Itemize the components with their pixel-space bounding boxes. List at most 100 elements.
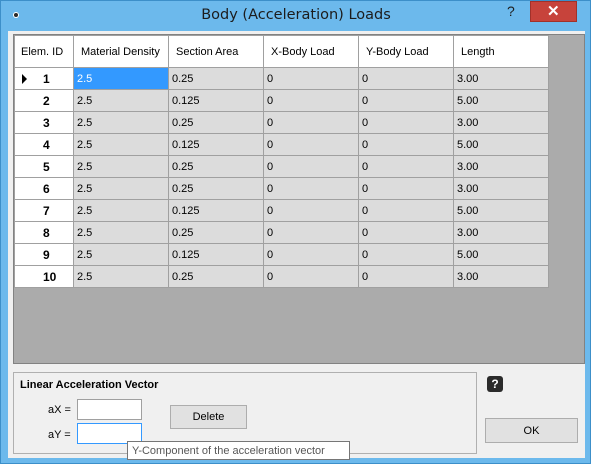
area-cell[interactable]: 0.25 <box>168 177 264 200</box>
density-cell[interactable]: 2.5 <box>73 155 169 178</box>
loads-grid[interactable]: Elem. ID Material Density Section Area X… <box>13 34 585 364</box>
y-load-cell[interactable]: 0 <box>358 155 454 178</box>
x-load-cell[interactable]: 0 <box>263 199 359 222</box>
density-cell[interactable]: 2.5 <box>73 89 169 112</box>
y-load-cell[interactable]: 0 <box>358 133 454 156</box>
table-row[interactable]: 10 2.5 0.25 0 0 3.00 <box>14 265 549 288</box>
current-row-arrow-icon <box>22 74 27 84</box>
density-cell[interactable]: 2.5 <box>73 221 169 244</box>
table-row[interactable]: 6 2.5 0.25 0 0 3.00 <box>14 177 549 200</box>
column-header-elem-id[interactable]: Elem. ID <box>14 35 74 68</box>
length-cell[interactable]: 5.00 <box>453 199 549 222</box>
elem-id: 7 <box>43 203 50 218</box>
elem-id: 9 <box>43 247 50 262</box>
ok-button[interactable]: OK <box>485 418 578 443</box>
row-header[interactable]: 1 <box>14 67 74 90</box>
close-icon: ✕ <box>547 3 560 20</box>
row-header[interactable]: 4 <box>14 133 74 156</box>
app-icon[interactable] <box>9 8 23 22</box>
density-cell[interactable]: 2.5 <box>73 111 169 134</box>
length-cell[interactable]: 5.00 <box>453 243 549 266</box>
x-load-cell[interactable]: 0 <box>263 89 359 112</box>
table-row[interactable]: 2 2.5 0.125 0 0 5.00 <box>14 89 549 112</box>
delete-button[interactable]: Delete <box>170 405 247 429</box>
density-cell[interactable]: 2.5 <box>73 199 169 222</box>
row-header[interactable]: 10 <box>14 265 74 288</box>
area-cell[interactable]: 0.25 <box>168 265 264 288</box>
column-header-x-body-load[interactable]: X-Body Load <box>263 35 359 68</box>
table-row[interactable]: 7 2.5 0.125 0 0 5.00 <box>14 199 549 222</box>
table-row[interactable]: 4 2.5 0.125 0 0 5.00 <box>14 133 549 156</box>
y-load-cell[interactable]: 0 <box>358 177 454 200</box>
y-load-cell[interactable]: 0 <box>358 111 454 134</box>
ay-label: aY = <box>48 429 71 441</box>
density-cell[interactable]: 2.5 <box>73 133 169 156</box>
area-cell[interactable]: 0.25 <box>168 67 264 90</box>
density-cell[interactable]: 2.5 <box>73 67 169 90</box>
area-cell[interactable]: 0.125 <box>168 133 264 156</box>
elem-id: 5 <box>43 159 50 174</box>
table-row[interactable]: 5 2.5 0.25 0 0 3.00 <box>14 155 549 178</box>
elem-id: 6 <box>43 181 50 196</box>
x-load-cell[interactable]: 0 <box>263 67 359 90</box>
row-header[interactable]: 6 <box>14 177 74 200</box>
y-load-cell[interactable]: 0 <box>358 265 454 288</box>
x-load-cell[interactable]: 0 <box>263 221 359 244</box>
y-load-cell[interactable]: 0 <box>358 199 454 222</box>
group-title: Linear Acceleration Vector <box>20 379 159 391</box>
row-header[interactable]: 2 <box>14 89 74 112</box>
column-header-length[interactable]: Length <box>453 35 549 68</box>
elem-id: 2 <box>43 93 50 108</box>
help-icon[interactable]: ? <box>487 376 503 392</box>
area-cell[interactable]: 0.125 <box>168 199 264 222</box>
row-header[interactable]: 7 <box>14 199 74 222</box>
length-cell[interactable]: 3.00 <box>453 265 549 288</box>
table-row[interactable]: 8 2.5 0.25 0 0 3.00 <box>14 221 549 244</box>
area-cell[interactable]: 0.125 <box>168 89 264 112</box>
column-header-section-area[interactable]: Section Area <box>168 35 264 68</box>
help-title-button[interactable]: ? <box>500 1 526 22</box>
ax-label: aX = <box>48 404 71 416</box>
x-load-cell[interactable]: 0 <box>263 155 359 178</box>
y-load-cell[interactable]: 0 <box>358 221 454 244</box>
length-cell[interactable]: 3.00 <box>453 221 549 244</box>
area-cell[interactable]: 0.25 <box>168 155 264 178</box>
density-cell[interactable]: 2.5 <box>73 265 169 288</box>
x-load-cell[interactable]: 0 <box>263 243 359 266</box>
area-cell[interactable]: 0.125 <box>168 243 264 266</box>
length-cell[interactable]: 3.00 <box>453 67 549 90</box>
ax-input[interactable] <box>77 399 142 420</box>
header-row: Elem. ID Material Density Section Area X… <box>14 35 549 68</box>
title-bar[interactable]: Body (Acceleration) Loads ? ✕ <box>1 1 590 31</box>
x-load-cell[interactable]: 0 <box>263 265 359 288</box>
x-load-cell[interactable]: 0 <box>263 177 359 200</box>
table-row[interactable]: 3 2.5 0.25 0 0 3.00 <box>14 111 549 134</box>
x-load-cell[interactable]: 0 <box>263 111 359 134</box>
density-cell[interactable]: 2.5 <box>73 243 169 266</box>
table-row[interactable]: 9 2.5 0.125 0 0 5.00 <box>14 243 549 266</box>
row-header[interactable]: 5 <box>14 155 74 178</box>
row-header[interactable]: 9 <box>14 243 74 266</box>
x-load-cell[interactable]: 0 <box>263 133 359 156</box>
length-cell[interactable]: 3.00 <box>453 177 549 200</box>
tooltip: Y-Component of the acceleration vector <box>127 441 350 460</box>
column-header-y-body-load[interactable]: Y-Body Load <box>358 35 454 68</box>
table-row[interactable]: 1 2.5 0.25 0 0 3.00 <box>14 67 549 90</box>
y-load-cell[interactable]: 0 <box>358 243 454 266</box>
area-cell[interactable]: 0.25 <box>168 221 264 244</box>
column-header-material-density[interactable]: Material Density <box>73 35 169 68</box>
y-load-cell[interactable]: 0 <box>358 89 454 112</box>
close-button[interactable]: ✕ <box>530 1 577 22</box>
length-cell[interactable]: 3.00 <box>453 155 549 178</box>
length-cell[interactable]: 5.00 <box>453 89 549 112</box>
dialog-client-area: Elem. ID Material Density Section Area X… <box>8 31 585 458</box>
elem-id: 8 <box>43 225 50 240</box>
length-cell[interactable]: 5.00 <box>453 133 549 156</box>
elem-id: 3 <box>43 115 50 130</box>
length-cell[interactable]: 3.00 <box>453 111 549 134</box>
y-load-cell[interactable]: 0 <box>358 67 454 90</box>
area-cell[interactable]: 0.25 <box>168 111 264 134</box>
row-header[interactable]: 3 <box>14 111 74 134</box>
row-header[interactable]: 8 <box>14 221 74 244</box>
density-cell[interactable]: 2.5 <box>73 177 169 200</box>
